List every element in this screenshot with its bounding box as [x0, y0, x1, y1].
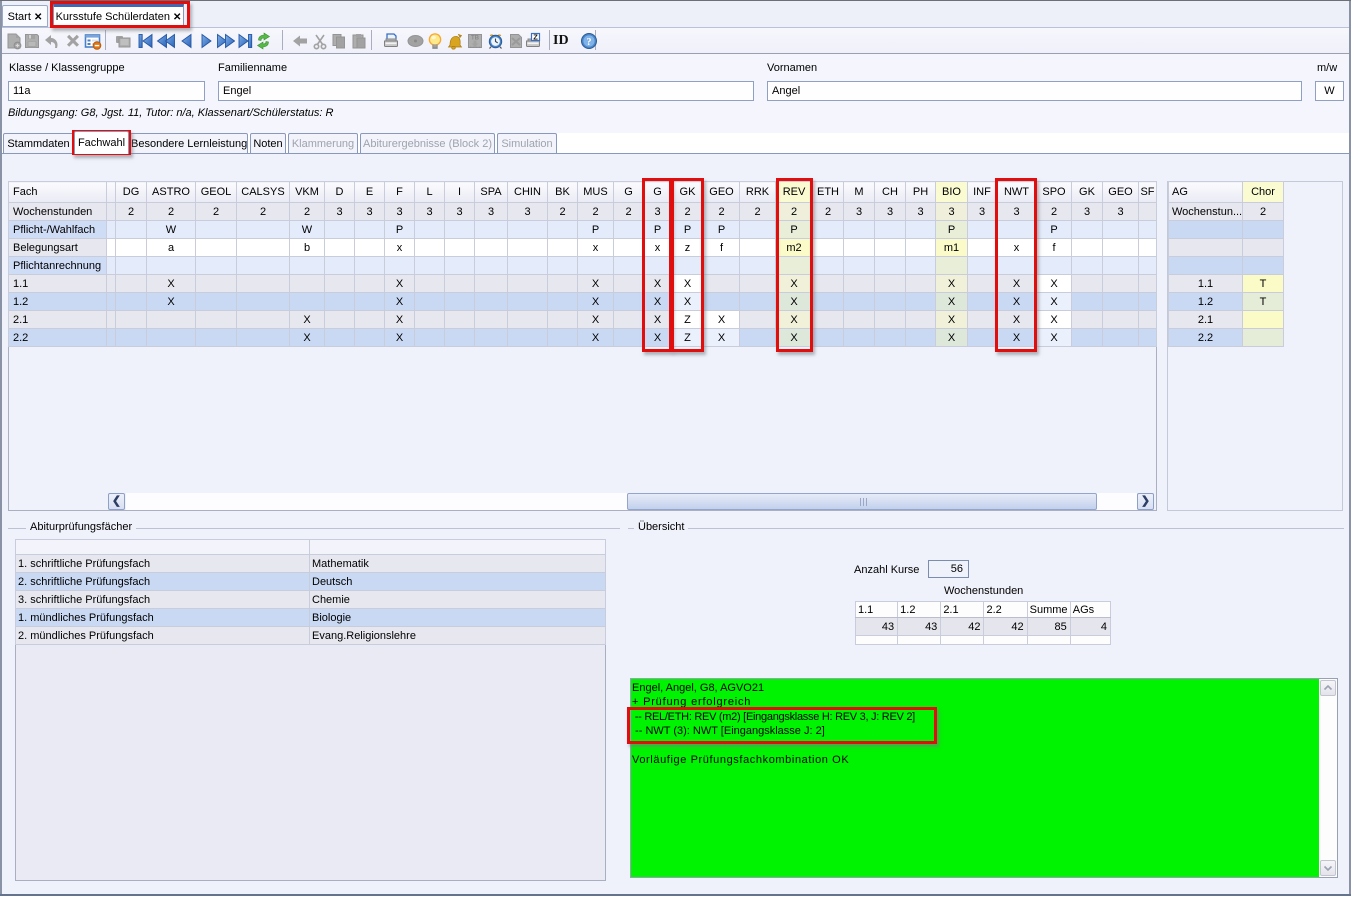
svg-text:Z: Z [533, 33, 538, 42]
svg-text:?: ? [587, 37, 592, 48]
